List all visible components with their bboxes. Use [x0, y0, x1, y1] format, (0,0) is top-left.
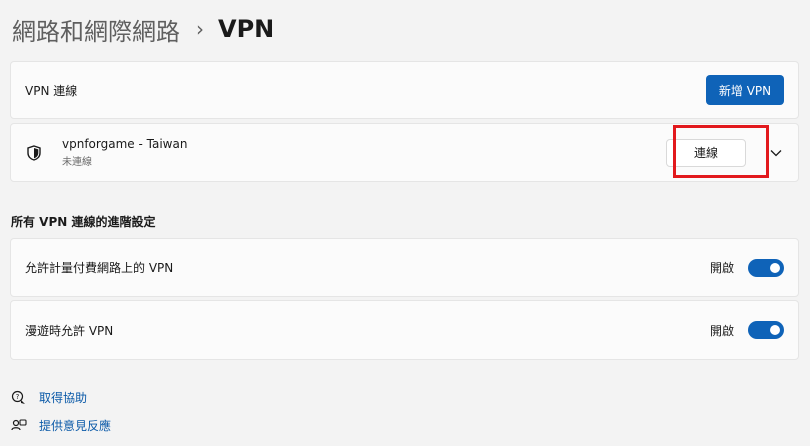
toggle-knob	[770, 262, 780, 273]
add-vpn-button[interactable]: 新增 VPN	[706, 75, 784, 105]
roaming-state: 開啟	[709, 323, 734, 338]
feedback-label[interactable]: 提供意見反應	[39, 417, 111, 434]
advanced-settings-title: 所有 VPN 連線的進階設定	[11, 215, 156, 229]
connection-status: 未連線	[62, 157, 92, 168]
get-help-link[interactable]: ? 取得協助	[11, 389, 87, 406]
connection-info: vpnforgame - Taiwan 未連線	[62, 137, 666, 168]
vpn-connection-item[interactable]: vpnforgame - Taiwan 未連線 連線	[10, 123, 799, 182]
toggle-knob	[770, 325, 780, 335]
vpn-connections-label: VPN 連線	[25, 83, 78, 98]
feedback-icon	[11, 418, 27, 434]
roaming-toggle[interactable]	[748, 321, 784, 339]
page-title: VPN	[218, 15, 275, 43]
metered-network-setting: 允許計量付費網路上的 VPN 開啟	[10, 238, 799, 297]
help-chat-icon: ?	[11, 390, 27, 406]
metered-network-toggle[interactable]	[748, 258, 784, 277]
connect-button[interactable]: 連線	[666, 138, 746, 167]
roaming-label: 漫遊時允許 VPN	[25, 323, 114, 338]
shield-icon	[26, 144, 42, 162]
metered-network-label: 允許計量付費網路上的 VPN	[25, 261, 174, 275]
svg-text:?: ?	[16, 393, 20, 401]
connection-name: vpnforgame - Taiwan	[62, 137, 188, 151]
metered-network-state: 開啟	[709, 261, 734, 275]
breadcrumb-parent[interactable]: 網路和網際網路	[12, 12, 180, 47]
vpn-connections-card: VPN 連線 新增 VPN	[10, 61, 799, 119]
breadcrumb: 網路和網際網路 › VPN	[12, 12, 274, 46]
get-help-label[interactable]: 取得協助	[39, 389, 87, 406]
feedback-link[interactable]: 提供意見反應	[11, 417, 111, 434]
roaming-setting: 漫遊時允許 VPN 開啟	[10, 300, 799, 360]
chevron-down-icon[interactable]	[768, 145, 784, 161]
breadcrumb-separator: ›	[196, 17, 204, 41]
